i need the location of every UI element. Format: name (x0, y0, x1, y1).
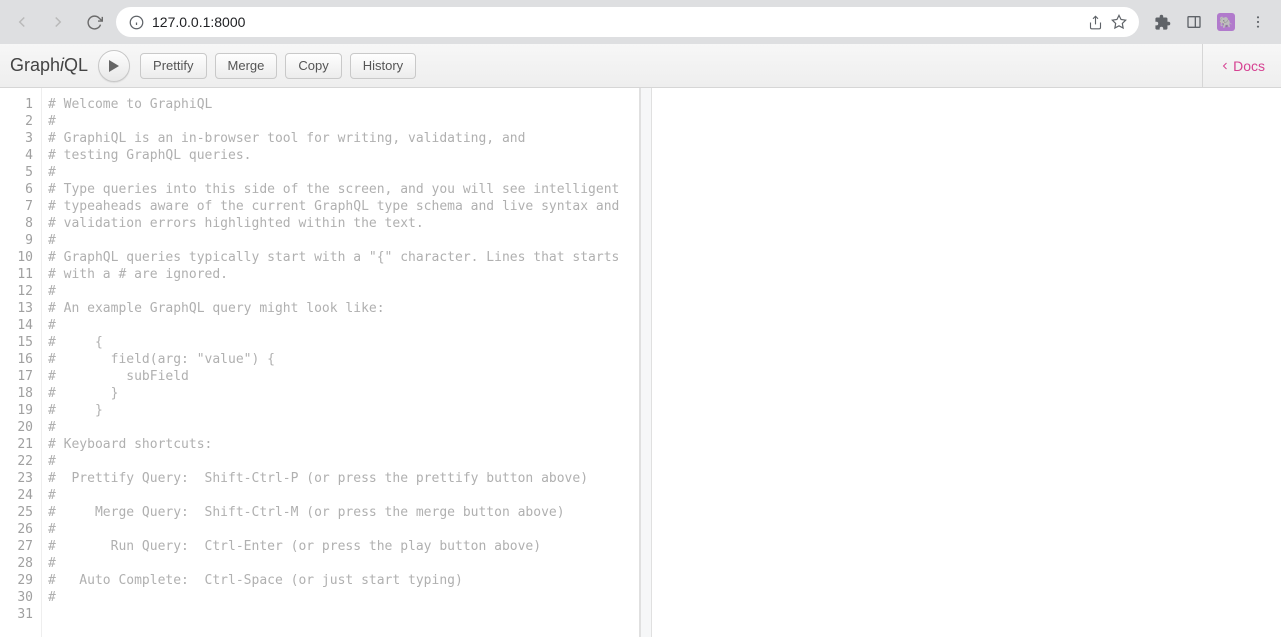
line-number: 13 (0, 300, 41, 317)
browser-forward-button[interactable] (44, 8, 72, 36)
line-number: 2 (0, 113, 41, 130)
browser-chrome: 127.0.0.1:8000 🐘 (0, 0, 1281, 44)
line-number: 22 (0, 453, 41, 470)
browser-reload-button[interactable] (80, 8, 108, 36)
browser-right-icons: 🐘 (1147, 13, 1273, 31)
query-editor-pane: 1234567891011121314151617181920212223242… (0, 88, 640, 637)
prettify-button[interactable]: Prettify (140, 53, 206, 79)
line-number: 26 (0, 521, 41, 538)
copy-button[interactable]: Copy (285, 53, 341, 79)
graphiql-toolbar: GraphiQL Prettify Merge Copy History Doc… (0, 44, 1281, 88)
workspace: 1234567891011121314151617181920212223242… (0, 88, 1281, 637)
line-number: 17 (0, 368, 41, 385)
code-line: # (48, 113, 639, 130)
site-info-icon[interactable] (128, 14, 144, 30)
code-line: # validation errors highlighted within t… (48, 215, 639, 232)
line-number: 8 (0, 215, 41, 232)
code-line: # { (48, 334, 639, 351)
pane-resize-handle[interactable] (640, 88, 652, 637)
arrow-left-icon (13, 13, 31, 31)
line-number: 12 (0, 283, 41, 300)
code-line: # typeaheads aware of the current GraphQ… (48, 198, 639, 215)
browser-menu-icon[interactable] (1249, 13, 1267, 31)
line-number: 10 (0, 249, 41, 266)
code-line: # (48, 487, 639, 504)
line-number: 28 (0, 555, 41, 572)
code-line: # (48, 283, 639, 300)
line-number: 31 (0, 606, 41, 623)
code-line: # Welcome to GraphiQL (48, 96, 639, 113)
query-editor[interactable]: # Welcome to GraphiQL## GraphiQL is an i… (42, 88, 639, 637)
line-number: 9 (0, 232, 41, 249)
code-line: # (48, 521, 639, 538)
code-line: # subField (48, 368, 639, 385)
play-icon (108, 59, 120, 73)
code-line: # GraphiQL is an in-browser tool for wri… (48, 130, 639, 147)
line-number: 7 (0, 198, 41, 215)
line-number: 3 (0, 130, 41, 147)
line-number: 18 (0, 385, 41, 402)
profile-avatar-icon[interactable]: 🐘 (1217, 13, 1235, 31)
execute-button[interactable] (98, 50, 130, 82)
line-number: 15 (0, 334, 41, 351)
line-number: 14 (0, 317, 41, 334)
code-line: # Type queries into this side of the scr… (48, 181, 639, 198)
history-button[interactable]: History (350, 53, 416, 79)
line-number: 1 (0, 96, 41, 113)
line-number-gutter: 1234567891011121314151617181920212223242… (0, 88, 42, 637)
code-line: # (48, 589, 639, 606)
code-line: # (48, 164, 639, 181)
code-line: # field(arg: "value") { (48, 351, 639, 368)
line-number: 19 (0, 402, 41, 419)
share-icon[interactable] (1087, 14, 1103, 30)
code-line: # (48, 317, 639, 334)
line-number: 27 (0, 538, 41, 555)
code-line: # An example GraphQL query might look li… (48, 300, 639, 317)
bookmark-star-icon[interactable] (1111, 14, 1127, 30)
code-line: # GraphQL queries typically start with a… (48, 249, 639, 266)
code-line: # Auto Complete: Ctrl-Space (or just sta… (48, 572, 639, 589)
logo-part-graph: Graph (10, 55, 60, 75)
reload-icon (86, 14, 103, 31)
line-number: 30 (0, 589, 41, 606)
line-number: 21 (0, 436, 41, 453)
code-line: # Prettify Query: Shift-Ctrl-P (or press… (48, 470, 639, 487)
toolbar-buttons: Prettify Merge Copy History (140, 53, 416, 79)
line-number: 25 (0, 504, 41, 521)
docs-label: Docs (1233, 58, 1265, 74)
url-text: 127.0.0.1:8000 (152, 14, 1079, 30)
code-line: # testing GraphQL queries. (48, 147, 639, 164)
code-line: # (48, 555, 639, 572)
line-number: 16 (0, 351, 41, 368)
code-line: # Keyboard shortcuts: (48, 436, 639, 453)
docs-toggle[interactable]: Docs (1202, 44, 1281, 87)
code-line: # with a # are ignored. (48, 266, 639, 283)
graphiql-logo: GraphiQL (10, 55, 88, 76)
merge-button[interactable]: Merge (215, 53, 278, 79)
line-number: 5 (0, 164, 41, 181)
line-number: 29 (0, 572, 41, 589)
line-number: 24 (0, 487, 41, 504)
arrow-right-icon (49, 13, 67, 31)
code-line: # Run Query: Ctrl-Enter (or press the pl… (48, 538, 639, 555)
code-line: # (48, 419, 639, 436)
side-panel-icon[interactable] (1185, 13, 1203, 31)
code-line: # } (48, 385, 639, 402)
code-line (48, 606, 639, 623)
line-number: 4 (0, 147, 41, 164)
line-number: 20 (0, 419, 41, 436)
code-line: # (48, 453, 639, 470)
logo-part-ql: QL (64, 55, 88, 75)
line-number: 6 (0, 181, 41, 198)
code-line: # (48, 232, 639, 249)
code-line: # Merge Query: Shift-Ctrl-M (or press th… (48, 504, 639, 521)
result-pane (652, 88, 1281, 637)
code-line: # } (48, 402, 639, 419)
line-number: 11 (0, 266, 41, 283)
address-bar[interactable]: 127.0.0.1:8000 (116, 7, 1139, 37)
extensions-icon[interactable] (1153, 13, 1171, 31)
line-number: 23 (0, 470, 41, 487)
chevron-left-icon (1219, 60, 1231, 72)
browser-back-button[interactable] (8, 8, 36, 36)
